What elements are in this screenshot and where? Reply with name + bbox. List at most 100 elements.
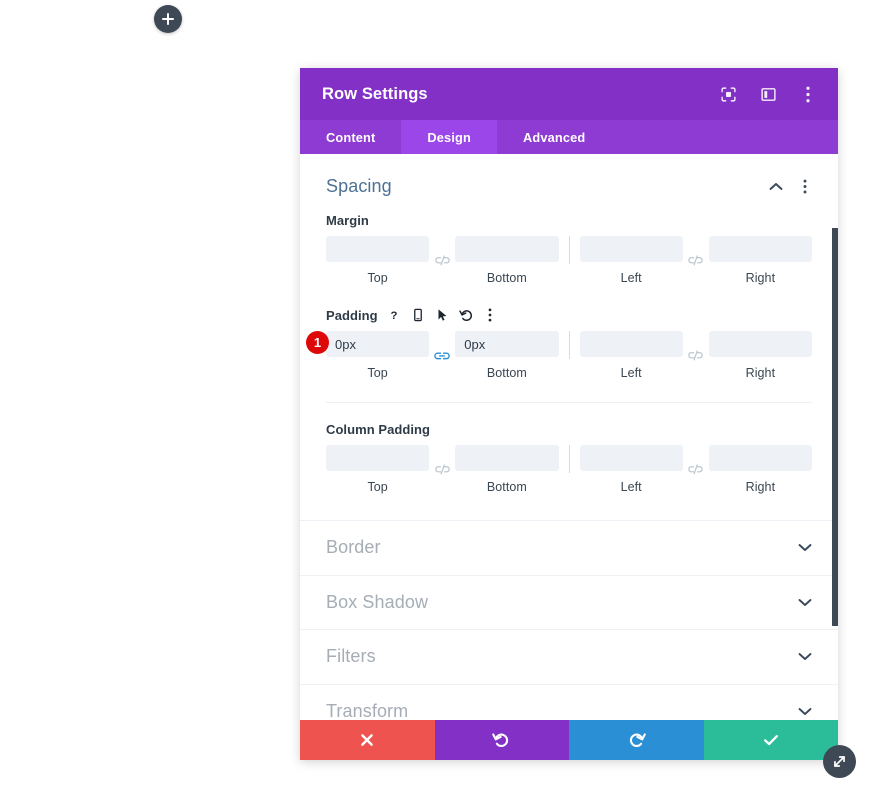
section-transform[interactable]: Transform bbox=[300, 685, 838, 720]
chevron-down-icon[interactable] bbox=[797, 540, 812, 555]
column-padding-top-input[interactable] bbox=[326, 445, 430, 471]
column-padding-left-field: Left bbox=[579, 445, 683, 494]
page-title: Row Settings bbox=[322, 84, 428, 103]
padding-bottom-field: Bottom bbox=[455, 331, 559, 380]
section-filters[interactable]: Filters bbox=[300, 630, 838, 685]
margin-left-input[interactable] bbox=[579, 236, 683, 262]
section-filters-title: Filters bbox=[326, 646, 376, 667]
margin-divider bbox=[568, 236, 570, 264]
modal-footer bbox=[300, 720, 856, 778]
column-padding-top-bottom-pair: Top Bottom bbox=[326, 445, 559, 494]
column-padding-link-leftright-button[interactable] bbox=[683, 457, 709, 483]
padding-left-right-pair: Left Right bbox=[579, 331, 812, 380]
padding-label-row: Padding ? bbox=[326, 306, 812, 324]
add-row-button[interactable] bbox=[154, 5, 182, 33]
layout-panel-icon[interactable] bbox=[758, 84, 778, 104]
padding-bottom-input[interactable] bbox=[455, 331, 559, 357]
undo-button[interactable] bbox=[434, 720, 569, 760]
padding-right-input[interactable] bbox=[708, 331, 812, 357]
section-spacing-title: Spacing bbox=[326, 176, 392, 196]
vertical-scrollbar[interactable] bbox=[832, 228, 838, 626]
padding-top-bottom-pair: Top Bottom bbox=[326, 331, 559, 380]
margin-top-caption: Top bbox=[367, 271, 388, 285]
focus-target-icon[interactable] bbox=[718, 84, 738, 104]
margin-top-field: Top bbox=[326, 236, 430, 285]
field-group-margin: Margin Top Bottom Left Right bbox=[326, 211, 812, 289]
padding-left-caption: Left bbox=[620, 366, 642, 380]
tab-advanced[interactable]: Advanced bbox=[497, 120, 611, 154]
help-question-icon[interactable]: ? bbox=[387, 308, 402, 323]
margin-right-caption: Right bbox=[745, 271, 776, 285]
padding-right-caption: Right bbox=[745, 366, 776, 380]
chevron-down-icon[interactable] bbox=[797, 595, 812, 610]
vertical-dots-icon[interactable] bbox=[798, 84, 818, 104]
padding-left-input[interactable] bbox=[579, 331, 683, 357]
tab-design[interactable]: Design bbox=[401, 120, 497, 154]
chevron-down-icon[interactable] bbox=[797, 649, 812, 664]
section-spacing: Spacing Margin Top Bottom Left Right Pad… bbox=[300, 154, 838, 521]
margin-right-field: Right bbox=[708, 236, 812, 285]
tab-content[interactable]: Content bbox=[300, 120, 401, 154]
modal-tabs: Content Design Advanced bbox=[300, 120, 838, 154]
margin-link-leftright-button[interactable] bbox=[683, 248, 709, 274]
section-transform-title: Transform bbox=[326, 700, 409, 720]
reset-undo-icon[interactable] bbox=[458, 308, 474, 323]
section-box-shadow[interactable]: Box Shadow bbox=[300, 576, 838, 630]
header-icon-group bbox=[718, 84, 818, 104]
column-padding-link-topbottom-button[interactable] bbox=[429, 457, 455, 483]
column-padding-right-input[interactable] bbox=[708, 445, 812, 471]
checkmark-icon bbox=[763, 735, 778, 746]
section-border[interactable]: Border bbox=[300, 521, 838, 576]
cancel-button[interactable] bbox=[300, 720, 435, 760]
padding-top-input[interactable] bbox=[326, 331, 430, 357]
margin-right-input[interactable] bbox=[708, 236, 812, 262]
close-x-icon bbox=[361, 734, 374, 746]
padding-divider bbox=[568, 331, 570, 359]
column-padding-left-input[interactable] bbox=[579, 445, 683, 471]
margin-left-caption: Left bbox=[620, 271, 642, 285]
mobile-phone-icon[interactable] bbox=[411, 308, 426, 323]
row-settings-modal: Row Settings Content Design Advanced Spa… bbox=[300, 68, 856, 778]
chevron-up-icon[interactable] bbox=[768, 179, 783, 194]
settings-scroll-area: Spacing Margin Top Bottom Left Right Pad… bbox=[300, 154, 838, 720]
padding-right-field: Right bbox=[708, 331, 812, 380]
redo-button[interactable] bbox=[569, 720, 704, 760]
column-padding-divider bbox=[568, 445, 570, 473]
section-box-shadow-title: Box Shadow bbox=[326, 591, 429, 612]
margin-top-bottom-pair: Top Bottom bbox=[326, 236, 559, 285]
resize-diagonal-icon bbox=[834, 756, 845, 767]
vertical-dots-icon[interactable] bbox=[483, 308, 498, 323]
margin-label-row: Margin bbox=[326, 211, 812, 229]
column-padding-top-field: Top bbox=[326, 445, 430, 494]
padding-left-field: Left bbox=[579, 331, 683, 380]
column-padding-bottom-input[interactable] bbox=[455, 445, 559, 471]
undo-arrow-icon bbox=[492, 732, 509, 747]
modal-header: Row Settings bbox=[300, 68, 838, 120]
padding-top-caption: Top bbox=[367, 366, 388, 380]
margin-inputs: Top Bottom Left Right bbox=[326, 236, 812, 285]
margin-bottom-field: Bottom bbox=[455, 236, 559, 285]
chevron-down-icon[interactable] bbox=[797, 704, 812, 719]
resize-handle[interactable] bbox=[823, 745, 856, 778]
field-group-column-padding: Column Padding Top Bottom Left Right bbox=[326, 420, 812, 520]
margin-bottom-input[interactable] bbox=[455, 236, 559, 262]
section-spacing-controls bbox=[768, 179, 812, 194]
column-padding-right-caption: Right bbox=[745, 480, 776, 494]
margin-left-right-pair: Left Right bbox=[579, 236, 812, 285]
column-padding-top-caption: Top bbox=[367, 480, 388, 494]
margin-top-input[interactable] bbox=[326, 236, 430, 262]
column-padding-right-field: Right bbox=[708, 445, 812, 494]
section-border-title: Border bbox=[326, 537, 381, 558]
spacing-inner-divider bbox=[326, 402, 812, 403]
padding-link-leftright-button[interactable] bbox=[683, 343, 709, 369]
padding-link-topbottom-button[interactable] bbox=[429, 343, 455, 369]
column-padding-bottom-caption: Bottom bbox=[486, 480, 527, 494]
column-padding-inputs: Top Bottom Left Right bbox=[326, 445, 812, 494]
cursor-arrow-icon[interactable] bbox=[435, 308, 450, 323]
save-button[interactable] bbox=[703, 720, 838, 760]
section-spacing-header[interactable]: Spacing bbox=[326, 154, 812, 211]
vertical-dots-icon[interactable] bbox=[797, 179, 812, 194]
padding-top-field: Top bbox=[326, 331, 430, 380]
margin-link-topbottom-button[interactable] bbox=[429, 248, 455, 274]
svg-text:?: ? bbox=[391, 310, 398, 322]
